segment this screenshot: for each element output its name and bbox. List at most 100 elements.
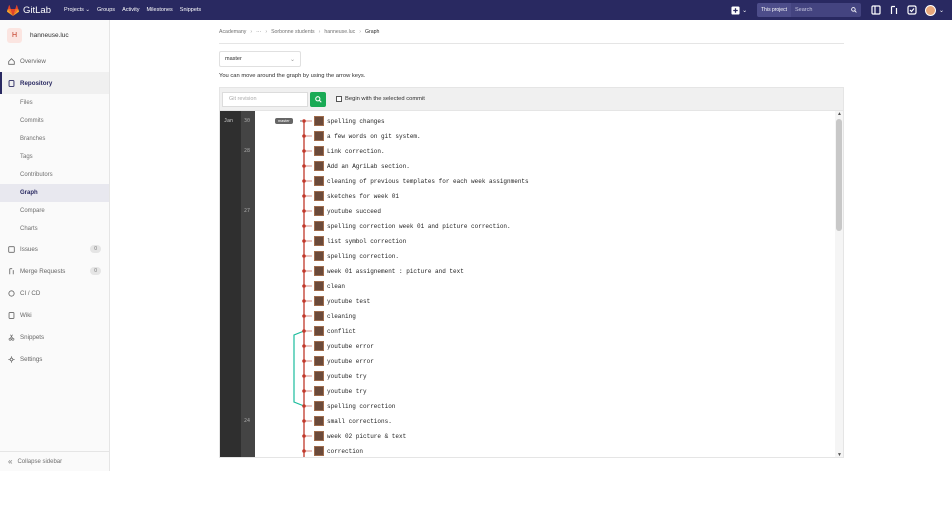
new-dropdown-button[interactable]: ⌄ xyxy=(731,5,747,15)
commit-row[interactable]: week 01 assignement : picture and text xyxy=(314,266,464,277)
search-input[interactable]: Search xyxy=(790,3,861,17)
branch-select[interactable]: master ⌄ xyxy=(219,51,301,67)
sidebar-item-files[interactable]: Files xyxy=(0,94,109,112)
project-header[interactable]: H hanneuse.luc xyxy=(0,20,109,50)
sidebar-item-label: Repository xyxy=(20,79,53,87)
begin-with-commit-checkbox[interactable]: Begin with the selected commit xyxy=(336,96,425,102)
commit-row[interactable]: youtube try xyxy=(314,371,367,382)
sidebar-item-branches[interactable]: Branches xyxy=(0,130,109,148)
author-avatar xyxy=(314,146,324,156)
git-revision-input[interactable]: Git revision xyxy=(222,91,308,107)
top-navbar: GitLab Projects ⌄ Groups Activity Milest… xyxy=(0,0,952,20)
checkbox-box[interactable] xyxy=(336,96,342,102)
nav-milestones[interactable]: Milestones xyxy=(146,7,172,13)
collapse-sidebar-button[interactable]: « Collapse sidebar xyxy=(0,451,110,471)
breadcrumb-sorbonne[interactable]: Sorbonne students xyxy=(271,29,315,35)
search-icon xyxy=(314,95,322,103)
commit-row[interactable]: week 02 picture & text xyxy=(314,431,406,442)
issues-icon xyxy=(8,245,15,253)
commit-row[interactable]: spelling correction. xyxy=(314,251,399,262)
user-avatar[interactable] xyxy=(924,4,936,16)
commit-row[interactable]: cleaning xyxy=(314,311,356,322)
sidebar-item-charts[interactable]: Charts xyxy=(0,220,109,238)
author-avatar xyxy=(314,341,324,351)
nav-groups[interactable]: Groups xyxy=(97,7,115,13)
day-label: 27 xyxy=(244,208,251,214)
commit-row[interactable]: youtube succeed xyxy=(314,206,381,217)
issues-check-icon[interactable] xyxy=(907,5,917,15)
commit-message: youtube try xyxy=(327,387,367,395)
commit-row[interactable]: a few words on git system. xyxy=(314,131,421,142)
sidebar-item-wiki[interactable]: Wiki xyxy=(0,304,109,326)
sidebar-item-repository[interactable]: Repository xyxy=(0,72,109,94)
commit-row[interactable]: Add an AgriLab section. xyxy=(314,161,410,172)
sidebar-item-graph[interactable]: Graph xyxy=(0,184,109,202)
author-avatar xyxy=(314,296,324,306)
home-icon xyxy=(8,57,15,65)
graph-scrollbar[interactable]: ▲ ▼ xyxy=(835,111,843,457)
author-avatar xyxy=(314,446,324,456)
day-label: 24 xyxy=(244,418,251,424)
sidebar-item-commits[interactable]: Commits xyxy=(0,112,109,130)
day-label: 28 xyxy=(244,148,251,154)
sidebar-item-compare[interactable]: Compare xyxy=(0,202,109,220)
sidebar-item-issues[interactable]: Issues 0 xyxy=(0,238,109,260)
breadcrumb-project[interactable]: hanneuse.luc xyxy=(324,29,355,35)
sidebar-item-settings[interactable]: Settings xyxy=(0,348,109,370)
todos-icon[interactable] xyxy=(871,5,881,15)
sidebar-item-tags[interactable]: Tags xyxy=(0,148,109,166)
sidebar-item-merge-requests[interactable]: Merge Requests 0 xyxy=(0,260,109,282)
merge-request-icon[interactable] xyxy=(889,5,899,15)
commit-row[interactable]: cleaning of previous templates for each … xyxy=(314,176,529,187)
revision-search-button[interactable] xyxy=(310,91,326,107)
breadcrumb-ellipsis[interactable]: ··· xyxy=(256,29,261,35)
commit-row[interactable]: list symbol correction xyxy=(314,236,406,247)
checkbox-label: Begin with the selected commit xyxy=(345,96,425,102)
sidebar-item-cicd[interactable]: CI / CD xyxy=(0,282,109,304)
commit-row[interactable]: youtube try xyxy=(314,386,367,397)
scroll-up-icon[interactable]: ▲ xyxy=(837,111,842,117)
commit-row[interactable]: sketches for week 01 xyxy=(314,191,399,202)
nav-projects[interactable]: Projects ⌄ xyxy=(64,7,90,13)
author-avatar xyxy=(314,206,324,216)
commit-message: list symbol correction xyxy=(327,237,407,245)
book-icon xyxy=(8,79,15,87)
commit-message: Link correction. xyxy=(327,147,385,155)
rocket-icon xyxy=(8,289,15,297)
gitlab-logo[interactable]: GitLab xyxy=(7,5,51,16)
commit-row[interactable]: Link correction. xyxy=(314,146,385,157)
commit-message: spelling changes xyxy=(327,117,385,125)
commit-row[interactable]: small corrections. xyxy=(314,416,392,427)
nav-activity[interactable]: Activity xyxy=(122,7,139,13)
branch-select-value: master xyxy=(225,56,242,62)
sidebar-item-label: Merge Requests xyxy=(20,267,66,275)
double-chevron-left-icon: « xyxy=(8,457,13,466)
commit-row[interactable]: spelling changes xyxy=(314,116,385,127)
commit-row[interactable]: youtube test xyxy=(314,296,370,307)
top-nav: Projects ⌄ Groups Activity Milestones Sn… xyxy=(64,7,208,13)
commit-row[interactable]: correction xyxy=(314,446,363,457)
scroll-down-icon[interactable]: ▼ xyxy=(837,452,842,457)
graph-lines xyxy=(293,119,312,457)
commit-row[interactable]: youtube error xyxy=(314,356,374,367)
author-avatar xyxy=(314,251,324,261)
commit-message: cleaning xyxy=(327,312,356,320)
commit-row[interactable]: clean xyxy=(314,281,345,292)
author-avatar xyxy=(314,401,324,411)
sidebar-item-label: Overview xyxy=(20,57,46,65)
sidebar-item-overview[interactable]: Overview xyxy=(0,50,109,72)
commit-row[interactable]: spelling correction week 01 and picture … xyxy=(314,221,511,232)
search-scope[interactable]: This project xyxy=(757,3,791,17)
commit-row[interactable]: conflict xyxy=(314,326,356,337)
nav-snippets[interactable]: Snippets xyxy=(180,7,201,13)
network-graph[interactable]: Jan master spelling changes a few words o… xyxy=(219,111,844,458)
commit-row[interactable]: spelling correction xyxy=(314,401,395,412)
scroll-thumb[interactable] xyxy=(836,119,842,231)
sidebar-item-contributors[interactable]: Contributors xyxy=(0,166,109,184)
graph-toolbar: Git revision Begin with the selected com… xyxy=(219,87,844,111)
sidebar-item-snippets[interactable]: Snippets xyxy=(0,326,109,348)
author-avatar xyxy=(314,266,324,276)
commit-message: youtube test xyxy=(327,297,371,305)
breadcrumb-academany[interactable]: Academany xyxy=(219,29,246,35)
commit-row[interactable]: youtube error xyxy=(314,341,374,352)
